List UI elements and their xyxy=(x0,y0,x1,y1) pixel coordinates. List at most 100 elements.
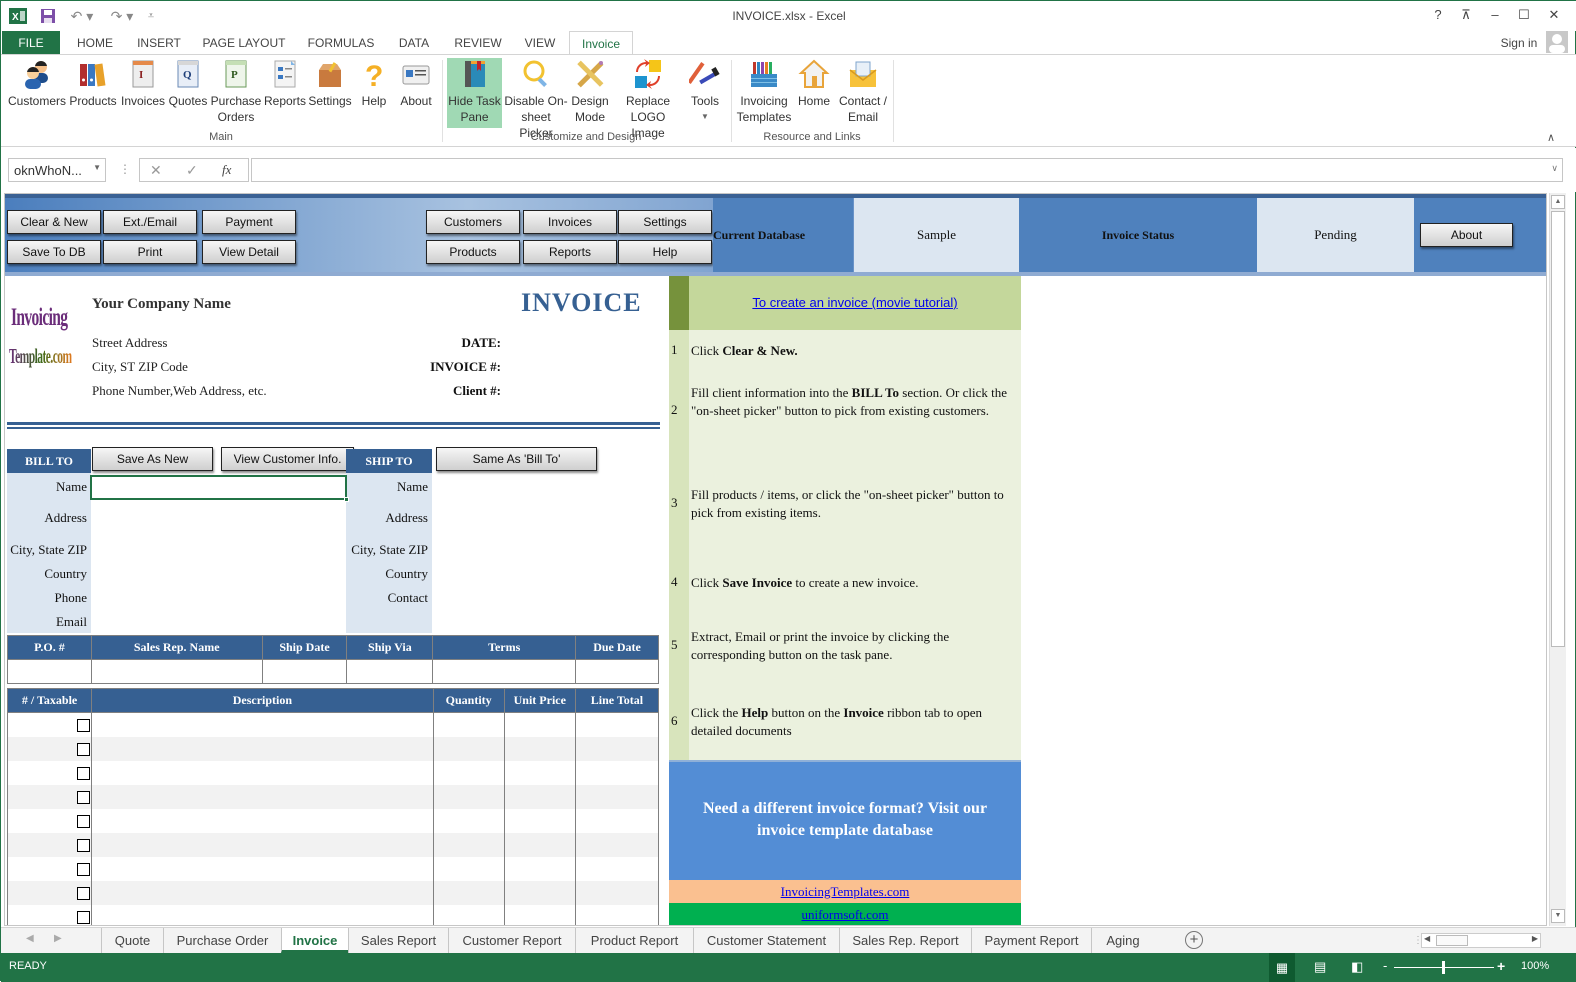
tab-view[interactable]: VIEW xyxy=(517,31,563,55)
description-cell[interactable] xyxy=(91,856,434,881)
quantity-cell[interactable] xyxy=(432,904,505,925)
tutorial-link[interactable]: To create an invoice (movie tutorial) xyxy=(752,295,957,310)
quantity-cell[interactable] xyxy=(432,712,505,737)
scroll-up-icon[interactable]: ▲ xyxy=(1551,195,1565,209)
ribbon-display-icon[interactable]: ⊼ xyxy=(1456,7,1476,25)
sheet-tab-payment-report[interactable]: Payment Report xyxy=(971,928,1091,953)
description-cell[interactable] xyxy=(91,784,434,809)
invoices-button[interactable]: Invoices xyxy=(523,210,617,234)
taxable-cell[interactable] xyxy=(6,784,93,809)
ribbon-purchase-orders-button[interactable]: P Purchase Orders xyxy=(209,58,263,125)
ribbon-design-mode-button[interactable]: Design Mode xyxy=(569,58,611,125)
ext-email-button[interactable]: Ext./Email xyxy=(103,210,197,234)
sheet-tab-customer-statement[interactable]: Customer Statement xyxy=(693,928,839,953)
uniformsoft-link[interactable]: uniformsoft.com xyxy=(801,907,888,922)
ribbon-customers-button[interactable]: Customers xyxy=(7,58,67,109)
print-button[interactable]: Print xyxy=(103,240,197,264)
sheet-tab-invoice[interactable]: Invoice xyxy=(281,928,348,953)
scroll-right-icon[interactable]: ▶ xyxy=(1532,934,1538,943)
ribbon-replace-logo-button[interactable]: Replace LOGO Image xyxy=(613,58,683,141)
chevron-down-icon[interactable]: ▼ xyxy=(93,163,101,172)
ribbon-hide-task-pane-button[interactable]: Hide Task Pane xyxy=(447,58,502,128)
sign-in-link[interactable]: Sign in xyxy=(1493,31,1545,55)
taxable-checkbox[interactable] xyxy=(77,742,91,756)
tab-invoice[interactable]: Invoice xyxy=(569,31,633,56)
taxable-checkbox[interactable] xyxy=(77,814,91,828)
sheet-tab-sales-rep-report[interactable]: Sales Rep. Report xyxy=(839,928,971,953)
tab-page-layout[interactable]: PAGE LAYOUT xyxy=(195,31,293,55)
unit-price-cell[interactable] xyxy=(503,736,576,761)
due-date-cell[interactable] xyxy=(575,659,659,684)
sheet-tab-quote[interactable]: Quote xyxy=(101,928,163,953)
bill-name-input[interactable] xyxy=(90,475,349,502)
taxable-cell[interactable] xyxy=(6,736,93,761)
vertical-scrollbar[interactable]: ▲ ▼ xyxy=(1549,193,1566,926)
unit-price-cell[interactable] xyxy=(503,712,576,737)
ribbon-invoices-button[interactable]: I Invoices xyxy=(119,58,167,109)
sheet-tab-product-report[interactable]: Product Report xyxy=(575,928,693,953)
taxable-checkbox[interactable] xyxy=(77,838,91,852)
formula-input[interactable]: ∨ xyxy=(251,158,1563,182)
taxable-checkbox[interactable] xyxy=(77,766,91,780)
ribbon-products-button[interactable]: Products xyxy=(67,58,119,109)
minimize-icon[interactable]: – xyxy=(1485,7,1505,25)
quantity-cell[interactable] xyxy=(432,760,505,785)
promo-banner[interactable]: Need a different invoice format? Visit o… xyxy=(669,760,1021,880)
unit-price-cell[interactable] xyxy=(503,784,576,809)
taxable-checkbox[interactable] xyxy=(77,886,91,900)
ribbon-contact-email-button[interactable]: Contact / Email xyxy=(835,58,891,125)
description-cell[interactable] xyxy=(91,760,434,785)
name-box[interactable]: oknWhoN... ▼ xyxy=(8,158,106,182)
page-layout-view-icon[interactable]: ▤ xyxy=(1314,959,1326,975)
user-avatar-icon[interactable] xyxy=(1546,31,1568,53)
ribbon-reports-button[interactable]: Reports xyxy=(263,58,307,109)
tab-file[interactable]: FILE xyxy=(2,31,60,55)
quantity-cell[interactable] xyxy=(432,832,505,857)
normal-view-icon[interactable]: ▦ xyxy=(1269,953,1295,982)
po-cell[interactable] xyxy=(7,659,92,684)
unit-price-cell[interactable] xyxy=(503,856,576,881)
bill-fields-input-area[interactable] xyxy=(91,502,346,632)
line-total-cell[interactable] xyxy=(574,832,660,857)
settings-button[interactable]: Settings xyxy=(618,210,712,234)
sheet-tab-aging[interactable]: Aging xyxy=(1091,928,1154,953)
quantity-cell[interactable] xyxy=(432,736,505,761)
description-cell[interactable] xyxy=(91,808,434,833)
products-button[interactable]: Products xyxy=(426,240,520,264)
tab-review[interactable]: REVIEW xyxy=(447,31,509,55)
description-cell[interactable] xyxy=(91,904,434,925)
collapse-ribbon-icon[interactable]: ∧ xyxy=(1547,131,1555,144)
unit-price-cell[interactable] xyxy=(503,760,576,785)
unit-price-cell[interactable] xyxy=(503,904,576,925)
line-total-cell[interactable] xyxy=(574,784,660,809)
help-icon[interactable]: ? xyxy=(1428,7,1448,25)
clear-new-button[interactable]: Clear & New xyxy=(7,210,101,234)
about-button[interactable]: About xyxy=(1420,223,1513,247)
help-button[interactable]: Help xyxy=(618,240,712,264)
expand-formula-icon[interactable]: ∨ xyxy=(1551,163,1558,174)
sheet-tab-purchase-order[interactable]: Purchase Order xyxy=(163,928,281,953)
quantity-cell[interactable] xyxy=(432,784,505,809)
unit-price-cell[interactable] xyxy=(503,832,576,857)
line-total-cell[interactable] xyxy=(574,736,660,761)
line-total-cell[interactable] xyxy=(574,856,660,881)
hscroll-thumb[interactable] xyxy=(1436,935,1468,946)
quantity-cell[interactable] xyxy=(432,856,505,881)
ship-date-cell[interactable] xyxy=(261,659,348,684)
sheet-tab-sales-report[interactable]: Sales Report xyxy=(348,928,448,953)
horizontal-scrollbar[interactable]: ◀ ▶ xyxy=(1421,933,1541,948)
ribbon-help-button[interactable]: ? Help xyxy=(355,58,393,109)
scroll-left-icon[interactable]: ◀ xyxy=(1424,934,1430,943)
add-sheet-icon[interactable]: + xyxy=(1185,931,1203,949)
customers-button[interactable]: Customers xyxy=(426,210,520,234)
tab-insert[interactable]: INSERT xyxy=(131,31,187,55)
ship-via-cell[interactable] xyxy=(346,659,434,684)
same-as-bill-to-button[interactable]: Same As 'Bill To' xyxy=(436,447,597,471)
reports-button[interactable]: Reports xyxy=(523,240,617,264)
terms-cell[interactable] xyxy=(432,659,577,684)
ribbon-settings-button[interactable]: Settings xyxy=(307,58,353,109)
view-detail-button[interactable]: View Detail xyxy=(202,240,296,264)
taxable-cell[interactable] xyxy=(6,904,93,925)
quantity-cell[interactable] xyxy=(432,808,505,833)
taxable-cell[interactable] xyxy=(6,832,93,857)
